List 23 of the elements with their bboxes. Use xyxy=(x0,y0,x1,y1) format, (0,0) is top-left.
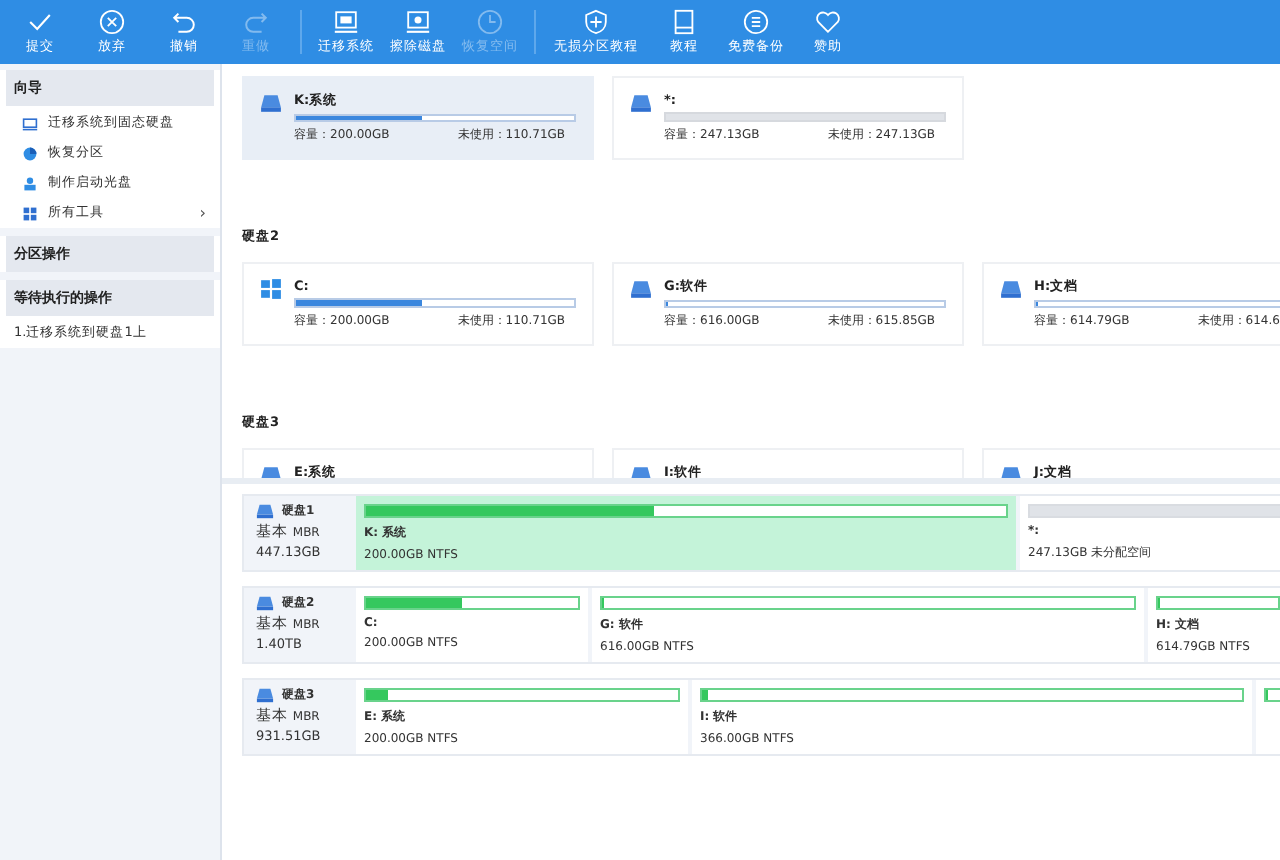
redo-icon xyxy=(242,8,270,36)
cancel-icon xyxy=(98,8,126,36)
backup-icon xyxy=(742,8,770,36)
drive-icon xyxy=(256,686,274,704)
drive-icon xyxy=(630,92,652,114)
person-icon xyxy=(22,175,38,191)
submenu-arrow: › xyxy=(199,204,206,222)
drive-icon xyxy=(256,502,274,520)
disk-eraser-icon xyxy=(404,8,432,36)
drive-icon xyxy=(1000,278,1022,300)
undo-icon xyxy=(170,8,198,36)
laptop-icon xyxy=(22,115,38,131)
drive-icon xyxy=(260,92,282,114)
monitor-drive-icon xyxy=(332,8,360,36)
drive-icon xyxy=(256,594,274,612)
book-icon xyxy=(670,8,698,36)
heart-icon xyxy=(814,8,842,36)
pie-chart-icon xyxy=(22,145,38,161)
shield-icon xyxy=(582,8,610,36)
clock-icon xyxy=(476,8,504,36)
drive-icon xyxy=(630,278,652,300)
windows-icon xyxy=(260,278,282,300)
grid-icon xyxy=(22,205,38,221)
